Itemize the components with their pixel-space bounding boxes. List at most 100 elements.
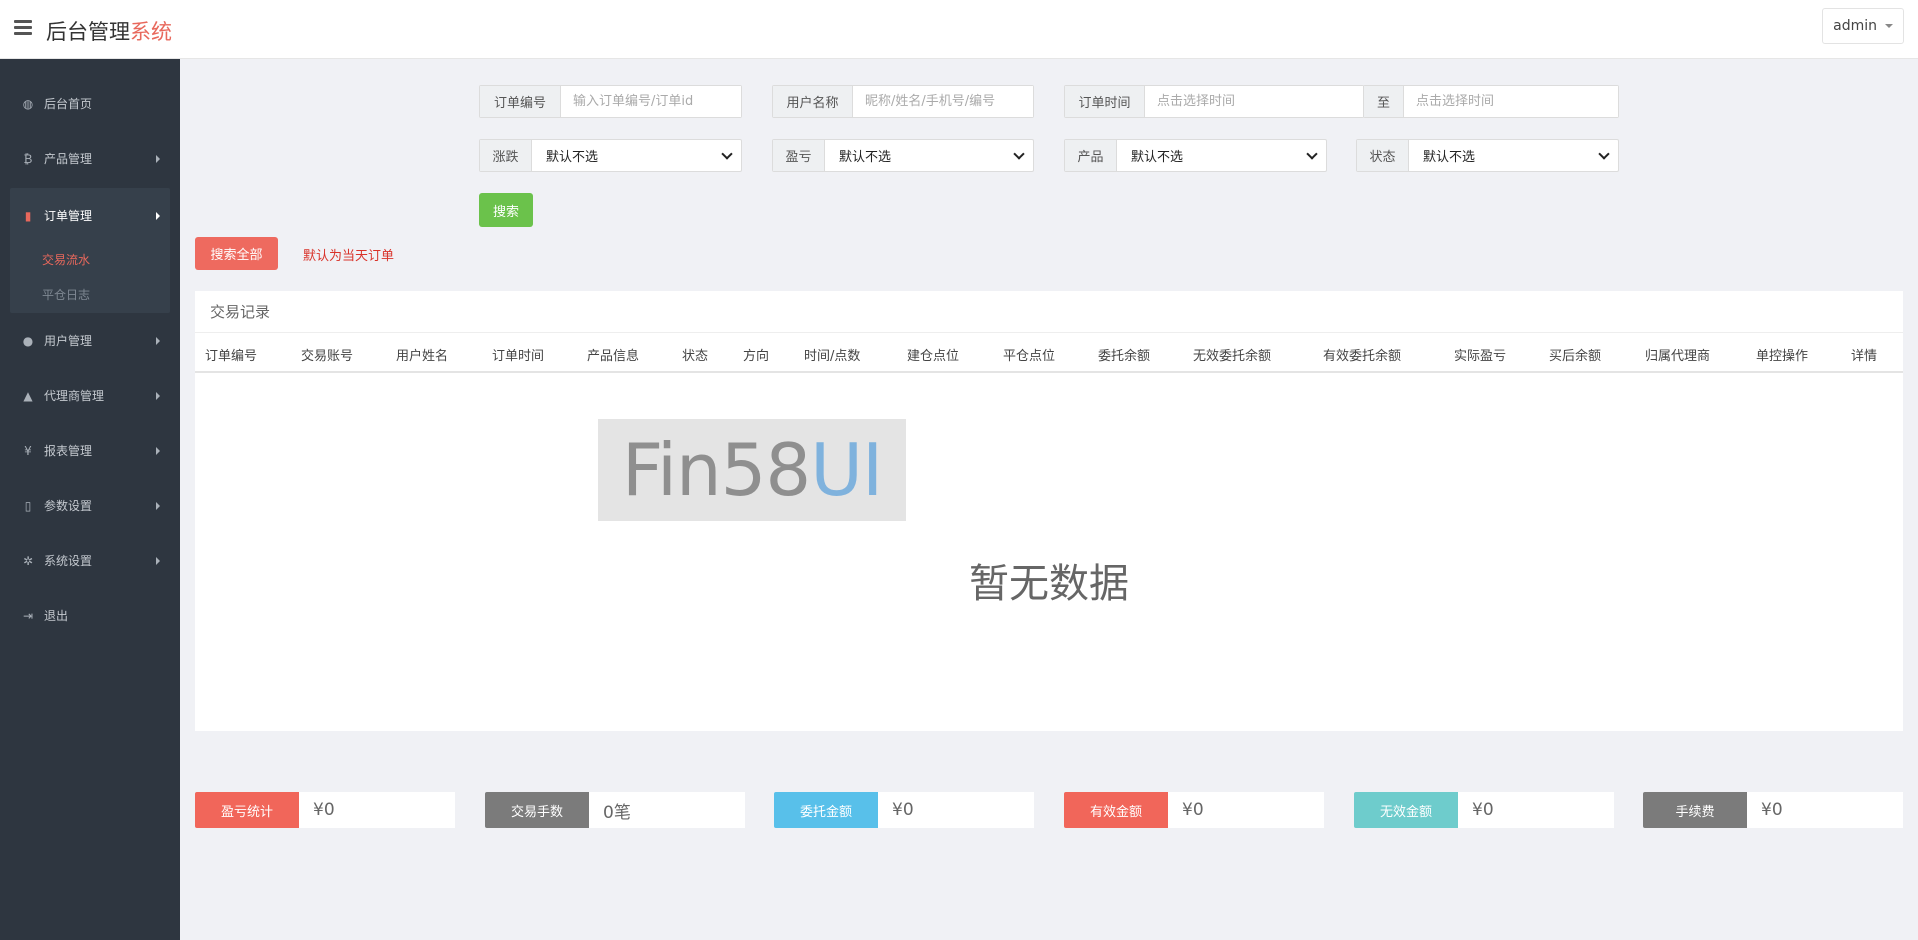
sidebar-item-label: 报表管理 (44, 444, 93, 458)
stat-label: 盈亏统计 (195, 792, 299, 828)
sidebar-subitem-trade-flow[interactable]: 交易流水 (10, 243, 170, 278)
chevron-down-icon (1598, 147, 1610, 160)
stat-value: ¥0 (878, 792, 1034, 828)
user-menu-button[interactable]: admin (1822, 8, 1904, 44)
column-header: 有效委托余额 (1323, 349, 1402, 364)
rise-fall-select[interactable]: 默认不选 (532, 140, 741, 171)
column-header: 平仓点位 (1003, 349, 1056, 364)
sidebar-item-home[interactable]: ◍ 后台首页 (0, 76, 180, 131)
column-header: 实际盈亏 (1454, 349, 1507, 364)
app-title-accent: 系统 (130, 20, 172, 44)
sidebar-item-products[interactable]: ₿ 产品管理 (0, 131, 180, 186)
copy-icon: ▯ (24, 498, 32, 513)
sidebar-subitem-close-log[interactable]: 平仓日志 (10, 278, 170, 313)
caret-down-icon (1885, 24, 1893, 28)
stat-label: 手续费 (1643, 792, 1747, 828)
product-filter: 产品 默认不选 (1064, 139, 1327, 172)
stat-valid-amount: 有效金额 ¥0 (1064, 792, 1324, 828)
sidebar-item-users[interactable]: ● 用户管理 (0, 313, 180, 368)
app-title: 后台管理系统 (46, 16, 172, 46)
order-no-label: 订单编号 (480, 86, 561, 117)
date-range-to-label: 至 (1364, 86, 1404, 117)
column-header: 订单时间 (492, 349, 545, 364)
product-select[interactable]: 默认不选 (1117, 140, 1326, 171)
column-header: 买后余额 (1549, 349, 1602, 364)
sign-out-icon: ⇥ (22, 608, 34, 623)
stat-label: 交易手数 (485, 792, 589, 828)
stat-label: 委托金额 (774, 792, 878, 828)
order-time-label: 订单时间 (1065, 86, 1145, 117)
sidebar-item-label: 产品管理 (44, 152, 93, 166)
rise-fall-filter: 涨跌 默认不选 (479, 139, 742, 172)
stat-value: 0笔 (589, 792, 745, 828)
sidebar-group-orders: ▮ 订单管理 交易流水 平仓日志 (10, 188, 170, 313)
column-header: 交易账号 (301, 349, 354, 364)
status-value: 默认不选 (1423, 150, 1476, 165)
column-header: 委托余额 (1098, 349, 1151, 364)
watermark-logo: Fin58 UI (598, 419, 906, 521)
default-orders-hint: 默认为当天订单 (303, 249, 395, 264)
sidebar-item-label: 参数设置 (44, 499, 93, 513)
column-header: 详情 (1851, 349, 1878, 364)
caret-right-icon (156, 557, 160, 565)
sidebar-item-agents[interactable]: ▲ 代理商管理 (0, 368, 180, 423)
order-no-input[interactable] (561, 86, 741, 117)
stat-fee: 手续费 ¥0 (1643, 792, 1903, 828)
profit-loss-filter: 盈亏 默认不选 (772, 139, 1034, 172)
sidebar-item-label: 代理商管理 (44, 389, 105, 403)
search-all-button[interactable]: 搜索全部 (195, 237, 278, 270)
sidebar-item-logout[interactable]: ⇥ 退出 (0, 588, 180, 643)
stat-value: ¥0 (299, 792, 455, 828)
sidebar: ◍ 后台首页 ₿ 产品管理 ▮ 订单管理 交易流水 平仓日志 ● 用户管理 ▲ … (0, 59, 180, 940)
sidebar-item-orders[interactable]: ▮ 订单管理 (10, 188, 170, 243)
trade-records-panel: 交易记录 订单编号 交易账号 用户姓名 订单时间 产品信息 状态 方向 时间/点… (195, 291, 1903, 731)
status-label: 状态 (1357, 140, 1409, 171)
agent-icon: ▲ (23, 388, 33, 403)
column-header: 状态 (682, 349, 709, 364)
caret-right-icon (156, 212, 160, 220)
user-name-input[interactable] (853, 86, 1033, 117)
chevron-down-icon (721, 147, 733, 160)
stat-order-amount: 委托金额 ¥0 (774, 792, 1034, 828)
caret-right-icon (156, 155, 160, 163)
stat-value: ¥0 (1747, 792, 1903, 828)
stat-value: ¥0 (1458, 792, 1614, 828)
stat-value: ¥0 (1168, 792, 1324, 828)
user-icon: ● (22, 333, 34, 348)
profit-loss-select[interactable]: 默认不选 (825, 140, 1033, 171)
column-header: 归属代理商 (1645, 349, 1711, 364)
gears-icon: ✲ (22, 553, 34, 568)
dashboard-icon: ◍ (22, 96, 34, 111)
empty-state-text: 暂无数据 (969, 561, 1129, 607)
product-label: 产品 (1065, 140, 1117, 171)
app-title-main: 后台管理 (46, 20, 130, 44)
sidebar-item-reports[interactable]: ¥ 报表管理 (0, 423, 180, 478)
menu-toggle-icon[interactable] (14, 20, 32, 36)
column-header: 无效委托余额 (1193, 349, 1272, 364)
sidebar-item-params[interactable]: ▯ 参数设置 (0, 478, 180, 533)
stat-label: 有效金额 (1064, 792, 1168, 828)
rise-fall-value: 默认不选 (546, 150, 599, 165)
status-filter: 状态 默认不选 (1356, 139, 1619, 172)
search-button[interactable]: 搜索 (479, 193, 533, 227)
column-header: 用户姓名 (396, 349, 449, 364)
caret-right-icon (156, 337, 160, 345)
order-time-start-input[interactable] (1145, 86, 1363, 117)
chevron-down-icon (1013, 147, 1025, 160)
order-time-end-input[interactable] (1404, 86, 1618, 117)
main-content: 订单编号 用户名称 订单时间 至 涨跌 默认不选 盈亏 默认不选 产品 默认不选… (180, 59, 1918, 940)
sidebar-item-system[interactable]: ✲ 系统设置 (0, 533, 180, 588)
sidebar-item-label: 用户管理 (44, 334, 93, 348)
yen-icon: ¥ (24, 443, 32, 458)
caret-right-icon (156, 392, 160, 400)
sidebar-item-label: 退出 (44, 609, 69, 623)
column-header: 建仓点位 (907, 349, 960, 364)
panel-title: 交易记录 (195, 291, 1903, 333)
orders-icon: ▮ (24, 208, 32, 223)
sidebar-item-label: 后台首页 (44, 97, 93, 111)
watermark-accent: UI (810, 428, 883, 512)
product-value: 默认不选 (1131, 150, 1184, 165)
user-name: admin (1833, 18, 1877, 34)
status-select[interactable]: 默认不选 (1409, 140, 1618, 171)
column-header: 方向 (743, 349, 770, 364)
